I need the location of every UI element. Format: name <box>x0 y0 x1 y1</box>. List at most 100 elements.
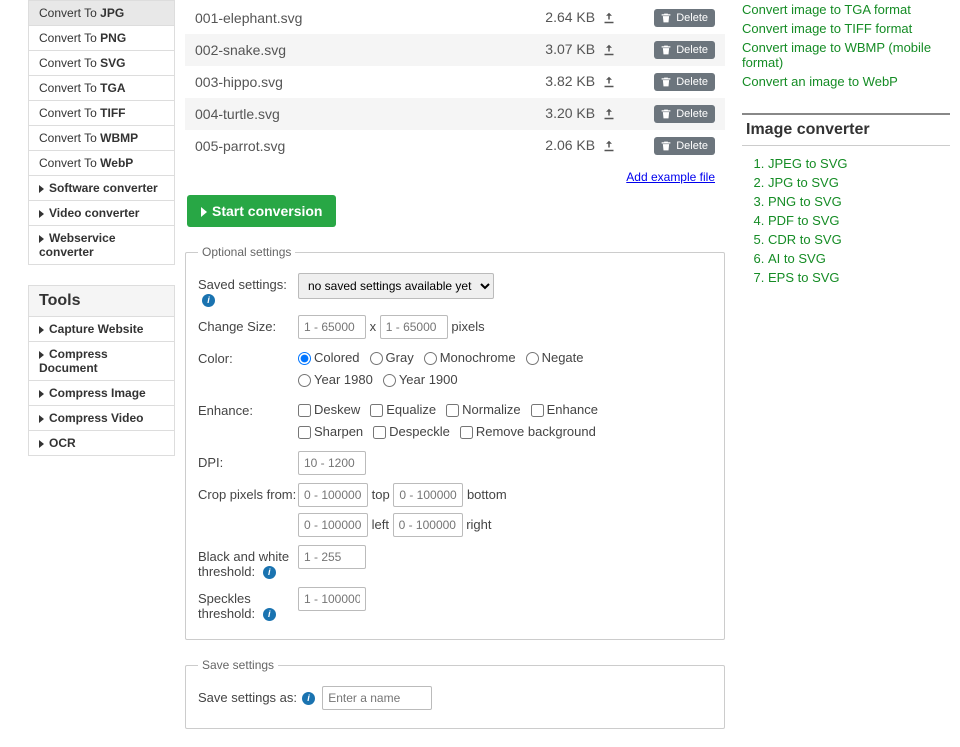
color-option[interactable]: Year 1980 <box>298 372 373 387</box>
crop-label: Crop pixels from: <box>198 483 298 502</box>
start-conversion-button[interactable]: Start conversion <box>187 195 336 227</box>
sidebar-item-convert-png[interactable]: Convert To PNG <box>29 26 174 51</box>
enhance-checkbox[interactable] <box>373 426 386 439</box>
speckles-threshold-input[interactable] <box>298 587 366 611</box>
color-option[interactable]: Gray <box>370 350 414 365</box>
color-option[interactable]: Negate <box>526 350 584 365</box>
delete-button[interactable]: Delete <box>654 73 715 91</box>
enhance-checkbox[interactable] <box>298 404 311 417</box>
optional-settings-fieldset: Optional settings Saved settings: i no s… <box>185 245 725 640</box>
crop-bottom-input[interactable] <box>393 483 463 507</box>
related-link[interactable]: Convert image to TGA format <box>742 2 911 17</box>
height-input[interactable] <box>380 315 448 339</box>
sidebar-item-convert-svg[interactable]: Convert To SVG <box>29 51 174 76</box>
enhance-option[interactable]: Sharpen <box>298 424 363 439</box>
file-size: 3.07 KB <box>443 34 625 66</box>
color-option[interactable]: Colored <box>298 350 360 365</box>
file-size: 3.82 KB <box>443 66 625 98</box>
file-size: 2.06 KB <box>443 130 625 162</box>
enhance-option[interactable]: Normalize <box>446 402 521 417</box>
format-link[interactable]: JPG to SVG <box>768 175 839 190</box>
tools-header: Tools <box>28 285 175 316</box>
delete-button[interactable]: Delete <box>654 105 715 123</box>
enhance-checkbox[interactable] <box>370 404 383 417</box>
dpi-input[interactable] <box>298 451 366 475</box>
sidebar-item-convert-webp[interactable]: Convert To WebP <box>29 151 174 176</box>
tools-list: Capture WebsiteCompress DocumentCompress… <box>28 316 175 456</box>
chevron-right-icon <box>39 415 44 423</box>
sidebar-item-convert-wbmp[interactable]: Convert To WBMP <box>29 126 174 151</box>
related-link[interactable]: Convert image to WBMP (mobile format) <box>742 40 931 70</box>
save-settings-fieldset: Save settings Save settings as: i <box>185 658 725 729</box>
sidebar-expandable[interactable]: Webservice converter <box>29 226 174 264</box>
tool-item[interactable]: Compress Image <box>29 381 174 406</box>
format-link[interactable]: AI to SVG <box>768 251 826 266</box>
optional-settings-legend: Optional settings <box>198 245 295 259</box>
tool-item[interactable]: OCR <box>29 431 174 455</box>
file-list-table: 001-elephant.svg2.64 KB Delete002-snake.… <box>185 2 725 162</box>
tool-item[interactable]: Compress Video <box>29 406 174 431</box>
chevron-right-icon <box>39 351 44 359</box>
crop-right-input[interactable] <box>393 513 463 537</box>
enhance-option[interactable]: Despeckle <box>373 424 450 439</box>
enhance-checkbox[interactable] <box>460 426 473 439</box>
file-row: 002-snake.svg3.07 KB Delete <box>185 34 725 66</box>
chevron-right-icon <box>39 210 44 218</box>
tool-item[interactable]: Capture Website <box>29 317 174 342</box>
enhance-label: Enhance: <box>198 399 298 418</box>
related-link[interactable]: Convert image to TIFF format <box>742 21 912 36</box>
enhance-checkbox[interactable] <box>446 404 459 417</box>
enhance-checkbox[interactable] <box>298 426 311 439</box>
chevron-right-icon <box>39 440 44 448</box>
color-radio[interactable] <box>298 374 311 387</box>
info-icon[interactable]: i <box>263 566 276 579</box>
color-radio[interactable] <box>424 352 437 365</box>
upload-icon <box>603 43 615 59</box>
sidebar-expandable[interactable]: Software converter <box>29 176 174 201</box>
image-converter-header: Image converter <box>742 113 950 146</box>
enhance-checkbox[interactable] <box>531 404 544 417</box>
format-link[interactable]: PNG to SVG <box>768 194 842 209</box>
save-settings-legend: Save settings <box>198 658 278 672</box>
file-size: 2.64 KB <box>443 2 625 34</box>
related-link[interactable]: Convert an image to WebP <box>742 74 898 89</box>
info-icon[interactable]: i <box>263 608 276 621</box>
tool-item[interactable]: Compress Document <box>29 342 174 381</box>
enhance-option[interactable]: Deskew <box>298 402 360 417</box>
format-link[interactable]: PDF to SVG <box>768 213 840 228</box>
crop-top-input[interactable] <box>298 483 368 507</box>
sidebar-item-convert-tiff[interactable]: Convert To TIFF <box>29 101 174 126</box>
save-as-input[interactable] <box>322 686 432 710</box>
format-link[interactable]: CDR to SVG <box>768 232 842 247</box>
sidebar-item-convert-jpg[interactable]: Convert To JPG <box>29 1 174 26</box>
info-icon[interactable]: i <box>202 294 215 307</box>
color-option[interactable]: Monochrome <box>424 350 516 365</box>
sidebar-expandable[interactable]: Video converter <box>29 201 174 226</box>
file-name: 003-hippo.svg <box>185 66 443 98</box>
color-option[interactable]: Year 1900 <box>383 372 458 387</box>
delete-button[interactable]: Delete <box>654 41 715 59</box>
add-example-file-link[interactable]: Add example file <box>626 170 715 184</box>
delete-button[interactable]: Delete <box>654 137 715 155</box>
file-row: 005-parrot.svg2.06 KB Delete <box>185 130 725 162</box>
color-radio[interactable] <box>526 352 539 365</box>
color-radio[interactable] <box>370 352 383 365</box>
sidebar-item-convert-tga[interactable]: Convert To TGA <box>29 76 174 101</box>
enhance-option[interactable]: Enhance <box>531 402 598 417</box>
saved-settings-select[interactable]: no saved settings available yet <box>298 273 494 299</box>
width-input[interactable] <box>298 315 366 339</box>
related-links-list: Convert image to TGA format Convert image… <box>742 0 950 91</box>
delete-button[interactable]: Delete <box>654 9 715 27</box>
info-icon[interactable]: i <box>302 692 315 705</box>
upload-icon <box>603 75 615 91</box>
bw-threshold-input[interactable] <box>298 545 366 569</box>
crop-left-input[interactable] <box>298 513 368 537</box>
file-row: 004-turtle.svg3.20 KB Delete <box>185 98 725 130</box>
enhance-option[interactable]: Equalize <box>370 402 436 417</box>
enhance-option[interactable]: Remove background <box>460 424 596 439</box>
color-radio[interactable] <box>298 352 311 365</box>
color-radio[interactable] <box>383 374 396 387</box>
chevron-right-icon <box>39 390 44 398</box>
format-link[interactable]: EPS to SVG <box>768 270 840 285</box>
format-link[interactable]: JPEG to SVG <box>768 156 847 171</box>
